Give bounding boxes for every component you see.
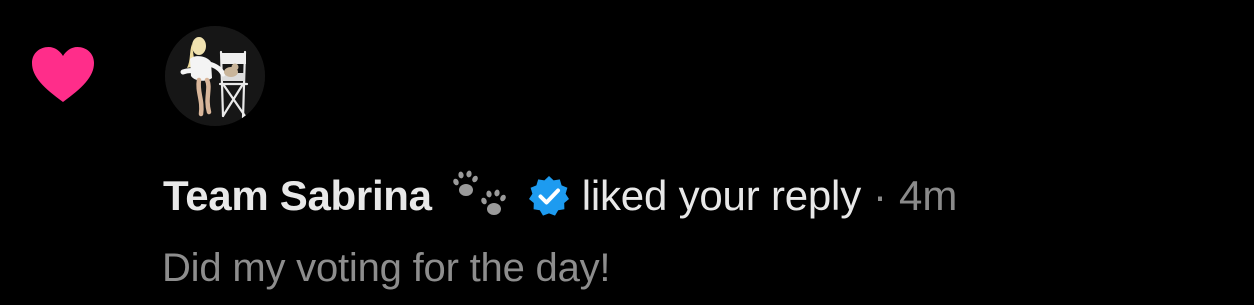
profile-avatar[interactable] bbox=[165, 26, 265, 126]
notification-headline: Team Sabrina liked your reply · 4m bbox=[163, 168, 957, 224]
verified-badge-icon bbox=[528, 175, 570, 217]
paw-prints-icon bbox=[450, 170, 514, 222]
reply-text[interactable]: Did my voting for the day! bbox=[162, 240, 611, 296]
username[interactable]: Team Sabrina bbox=[163, 168, 432, 224]
timestamp: 4m bbox=[899, 172, 958, 219]
action-text: liked your reply bbox=[581, 172, 861, 219]
separator-dot: · bbox=[873, 172, 887, 219]
heart-icon bbox=[30, 46, 96, 104]
like-notification[interactable]: Team Sabrina liked your reply · 4m Did m… bbox=[0, 0, 1254, 305]
